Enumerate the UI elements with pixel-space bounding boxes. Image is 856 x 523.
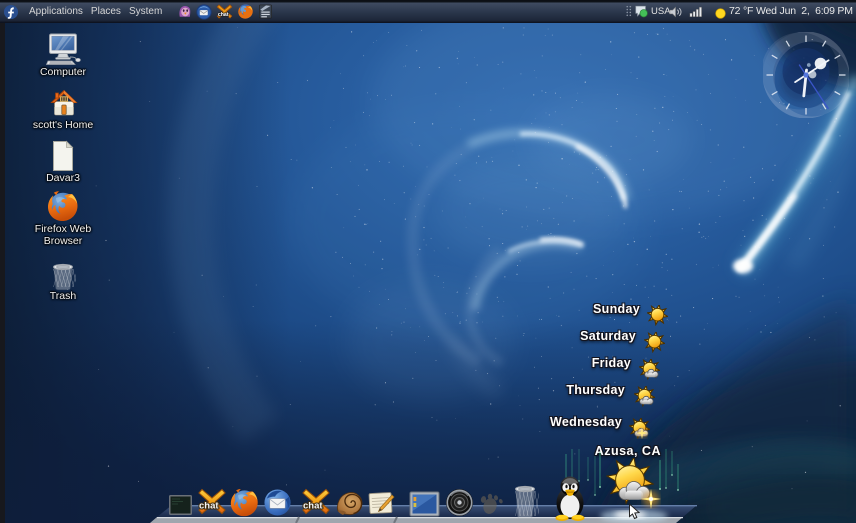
svg-text:chat: chat — [199, 501, 219, 512]
svg-text:chat: chat — [303, 501, 323, 512]
